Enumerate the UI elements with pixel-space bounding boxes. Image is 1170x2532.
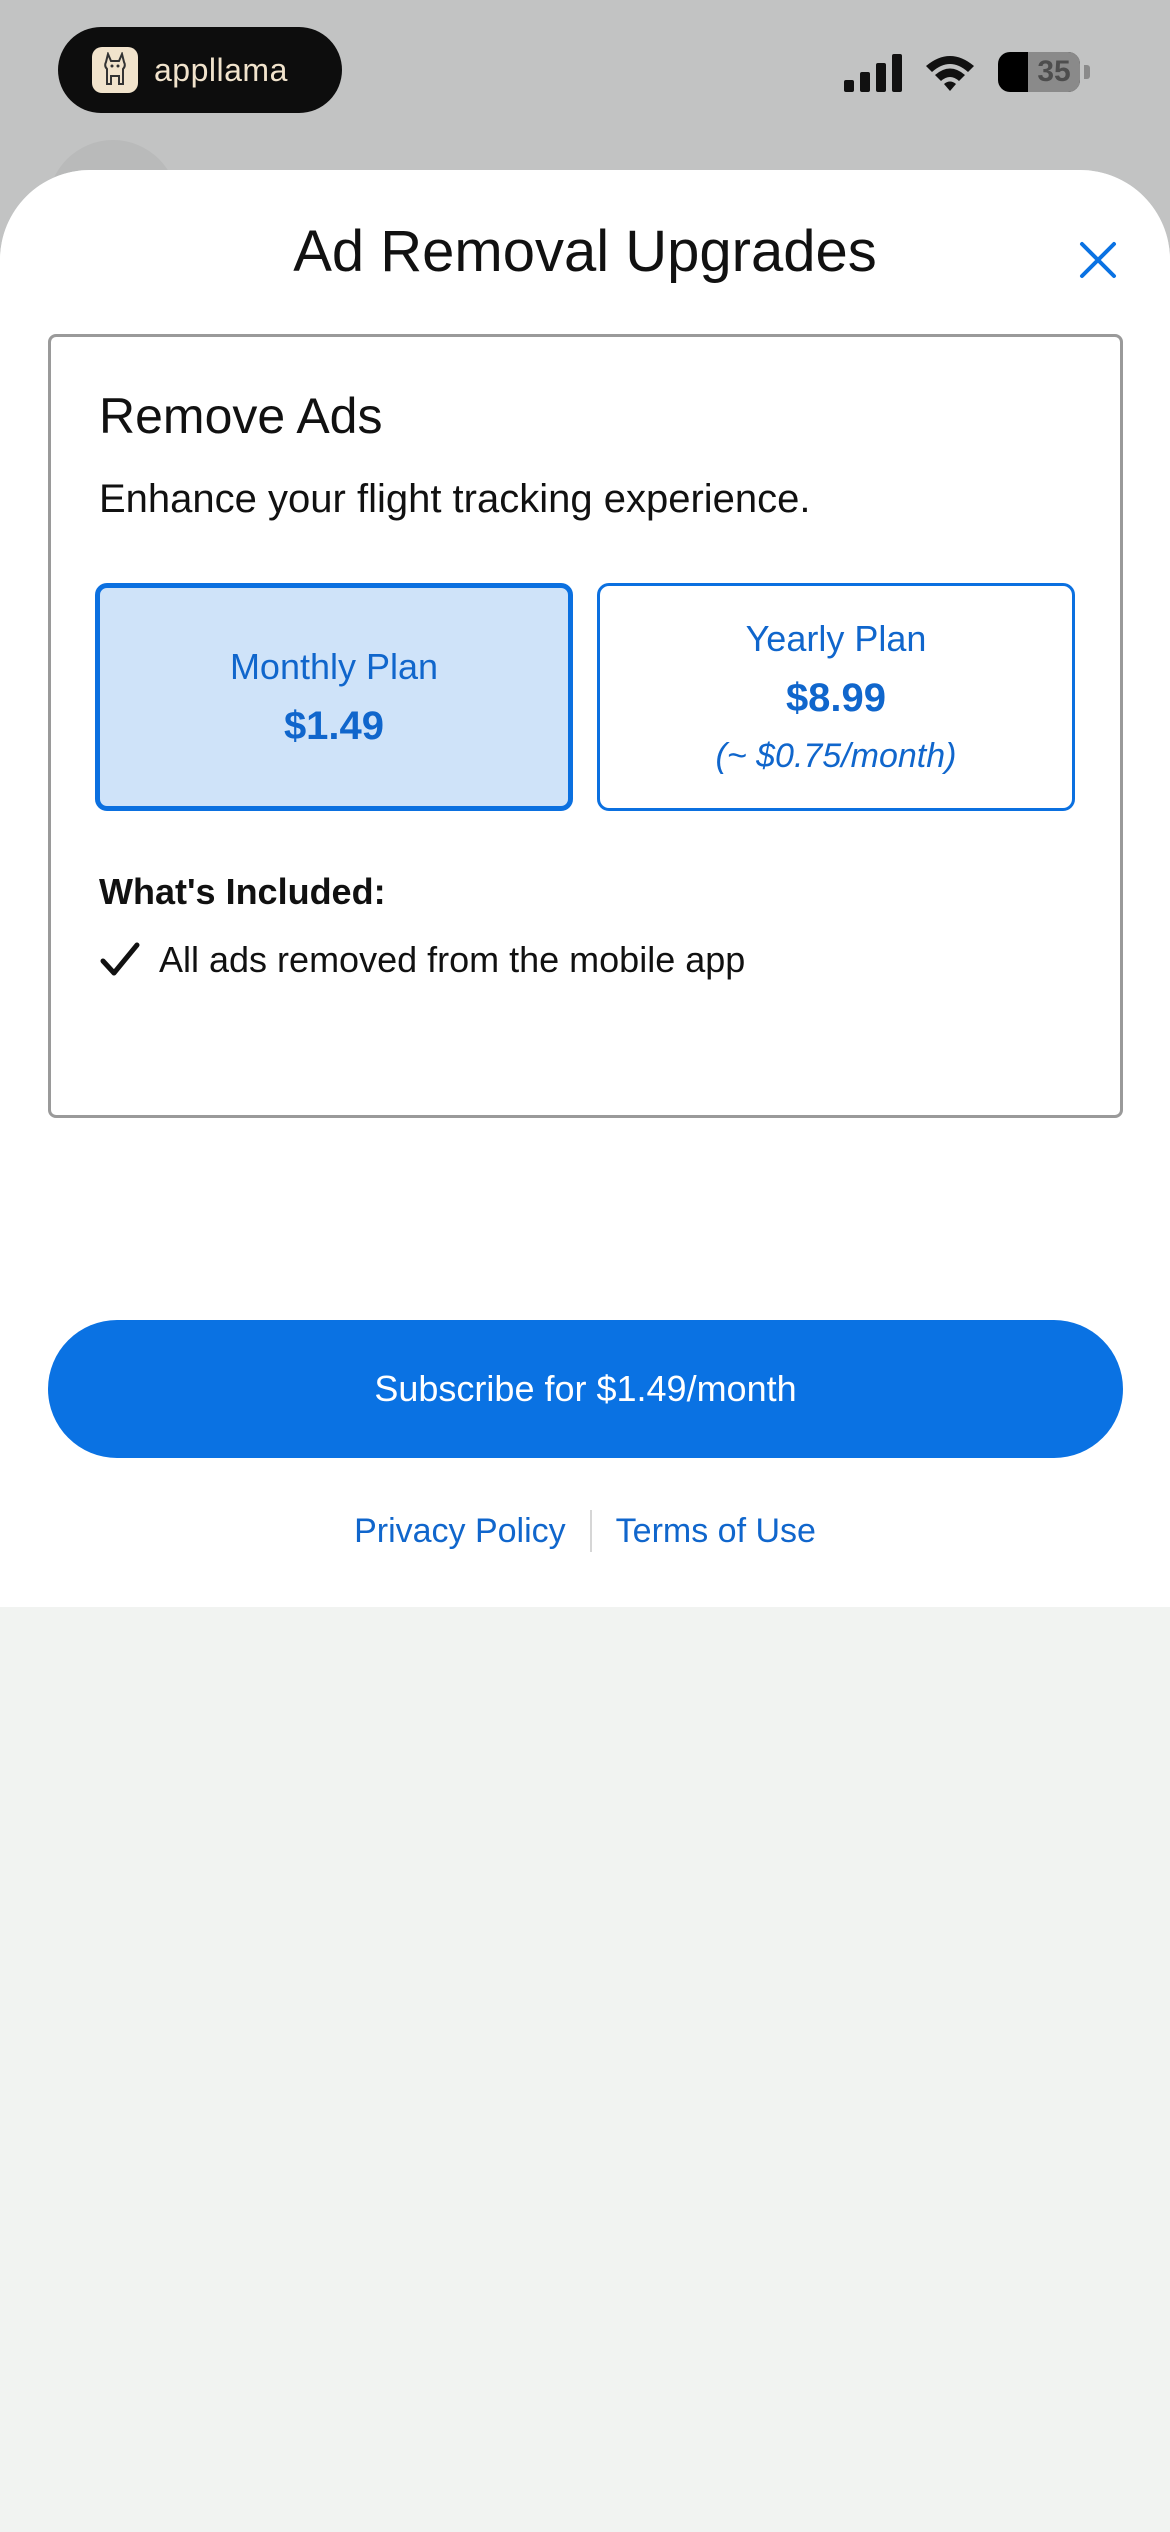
remove-ads-card: Remove Ads Enhance your flight tracking … — [48, 334, 1123, 1118]
plan-name: Yearly Plan — [745, 618, 927, 659]
card-subtitle: Enhance your flight tracking experience. — [99, 477, 811, 521]
link-divider — [589, 1510, 592, 1552]
card-title: Remove Ads — [99, 388, 383, 444]
bottom-sheet: Ad Removal Upgrades Remove Ads Enhance y… — [0, 170, 1170, 2532]
monthly-plan-option[interactable]: Monthly Plan $1.49 — [95, 583, 573, 811]
status-icons: 35 — [844, 52, 1090, 92]
terms-of-use-link[interactable]: Terms of Use — [616, 1512, 816, 1551]
status-bar: appllama 35 — [0, 0, 1170, 170]
battery-icon: 35 — [998, 52, 1080, 92]
plan-note: (~ $0.75/month) — [715, 737, 957, 775]
signal-icon — [844, 54, 902, 92]
yearly-plan-option[interactable]: Yearly Plan $8.99 (~ $0.75/month) — [597, 583, 1075, 811]
feature-text: All ads removed from the mobile app — [159, 939, 746, 980]
sheet-content: Ad Removal Upgrades Remove Ads Enhance y… — [0, 170, 1170, 1607]
plan-price: $1.49 — [283, 703, 385, 748]
llama-logo-icon — [92, 47, 138, 93]
plan-name: Monthly Plan — [229, 645, 439, 687]
feature-item: All ads removed from the mobile app — [99, 939, 745, 981]
brand-name: appllama — [154, 51, 288, 88]
subscribe-button[interactable]: Subscribe for $1.49/month — [48, 1320, 1123, 1458]
legal-links: Privacy Policy Terms of Use — [0, 1510, 1170, 1552]
close-icon[interactable] — [1074, 236, 1122, 284]
privacy-policy-link[interactable]: Privacy Policy — [354, 1512, 566, 1551]
included-title: What's Included: — [99, 871, 386, 912]
battery-level: 35 — [1037, 55, 1071, 88]
brand-pill: appllama — [58, 27, 342, 113]
battery-tip — [1084, 65, 1090, 79]
plan-price: $8.99 — [785, 676, 887, 720]
wifi-icon — [926, 56, 974, 91]
checkmark-icon — [100, 942, 140, 976]
sheet-title: Ad Removal Upgrades — [293, 219, 877, 284]
